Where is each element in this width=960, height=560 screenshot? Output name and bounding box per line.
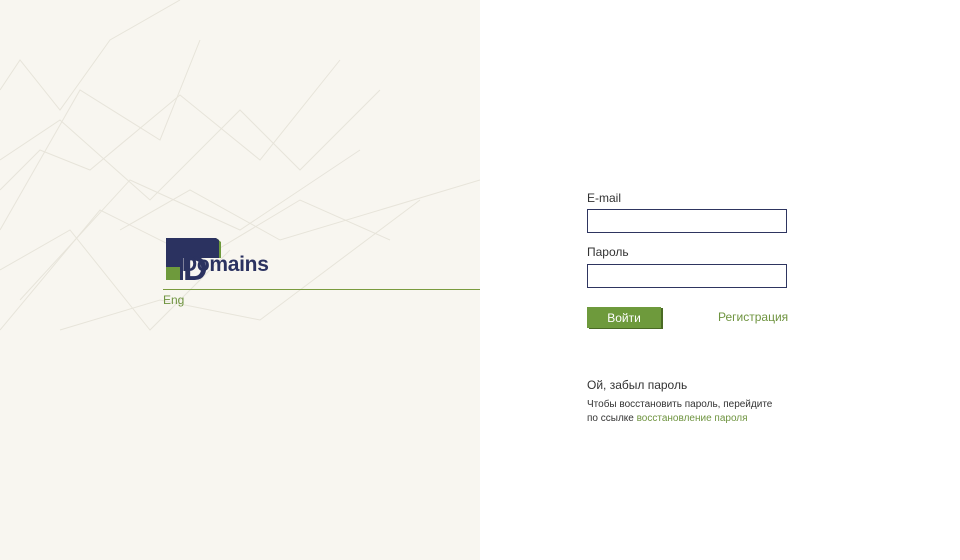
language-switch-link[interactable]: Eng [163,293,184,307]
forgot-password-title: Ой, забыл пароль [587,378,688,392]
brand-panel: D Domains Eng [0,0,480,560]
password-recovery-link[interactable]: восстановление пароля [637,413,748,424]
recovery-text-line1: Чтобы восстановить пароль, перейдите [587,399,773,410]
password-field[interactable] [587,264,787,288]
password-label: Пароль [587,245,629,259]
login-panel: E-mail Пароль Войти Регистрация Ой, забы… [480,0,960,560]
logo-wordmark: Domains [182,253,269,276]
register-link[interactable]: Регистрация [718,310,788,324]
email-field[interactable] [587,209,787,233]
email-label: E-mail [587,191,622,205]
login-button[interactable]: Войти [587,307,661,328]
recovery-text-line2: по ссылке [587,413,634,424]
recovery-instructions: Чтобы восстановить пароль, перейдите по … [587,398,807,426]
divider [163,289,480,290]
